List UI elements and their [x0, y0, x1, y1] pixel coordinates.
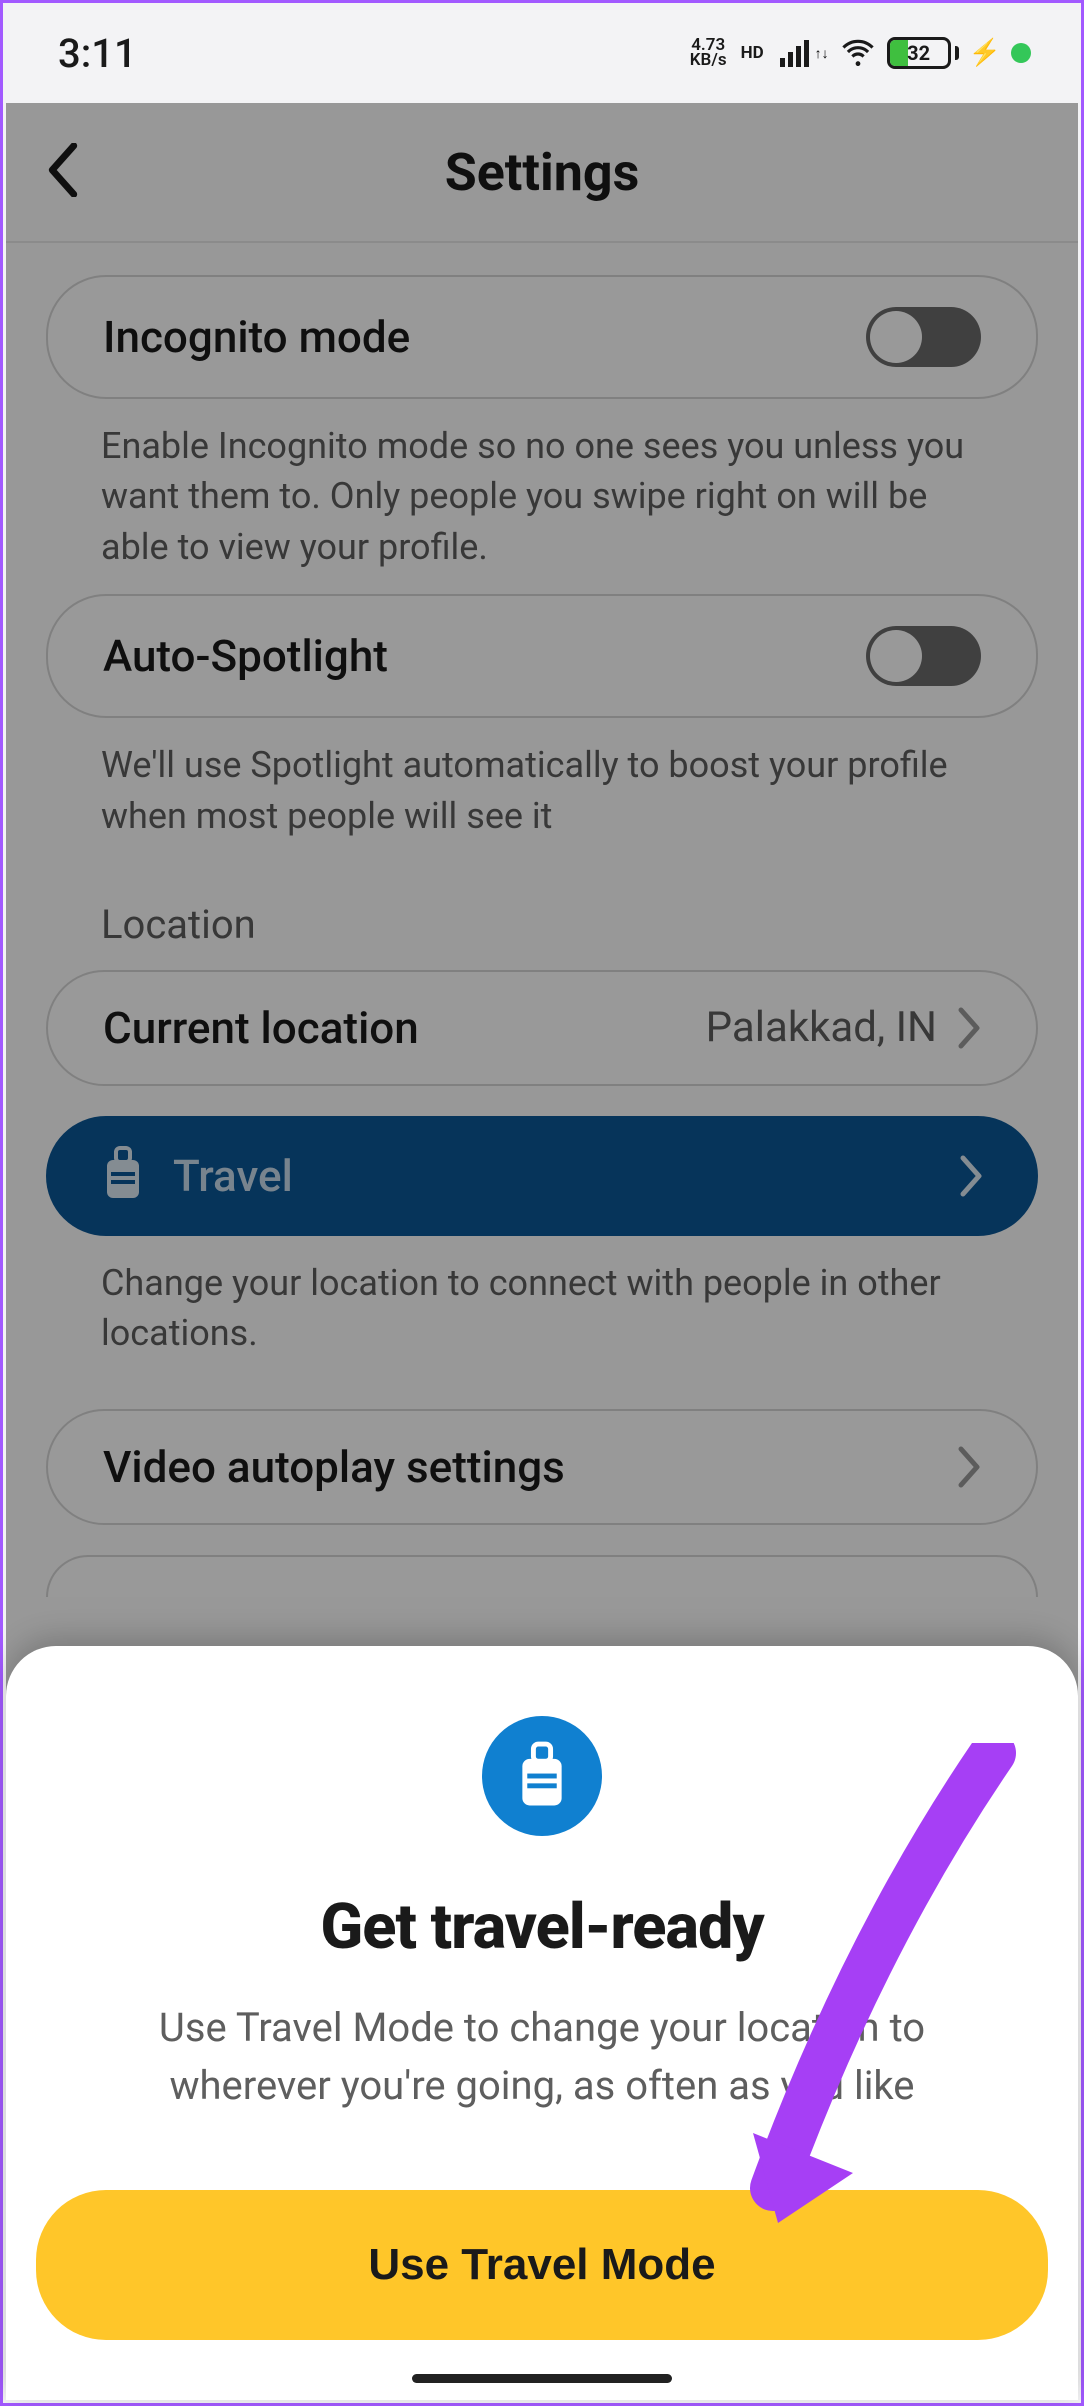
status-indicators: 4.73 KB/s HD ↑↓ 32 ⚡ [690, 32, 1031, 74]
battery-percent: 32 [890, 41, 948, 65]
hd-indicator: HD [741, 43, 764, 63]
charging-icon: ⚡ [969, 38, 1001, 68]
sheet-title: Get travel-ready [36, 1891, 1048, 1964]
sheet-description: Use Travel Mode to change your location … [36, 1999, 1048, 2115]
status-time: 3:11 [58, 30, 137, 77]
status-bar: 3:11 4.73 KB/s HD ↑↓ 32 ⚡ [3, 3, 1081, 103]
sheet-luggage-icon [482, 1716, 602, 1836]
use-travel-mode-button[interactable]: Use Travel Mode [36, 2190, 1048, 2340]
signal-icon [780, 40, 809, 67]
network-speed: 4.73 KB/s [690, 38, 727, 69]
signal-arrows-icon: ↑↓ [815, 45, 829, 62]
travel-mode-sheet: Get travel-ready Use Travel Mode to chan… [6, 1646, 1078, 2400]
home-indicator[interactable] [412, 2374, 672, 2383]
battery-indicator: 32 [887, 37, 959, 69]
privacy-indicator-dot [1011, 43, 1031, 63]
net-speed-unit: KB/s [690, 53, 727, 68]
use-travel-mode-label: Use Travel Mode [368, 2240, 715, 2289]
wifi-icon [839, 32, 877, 74]
